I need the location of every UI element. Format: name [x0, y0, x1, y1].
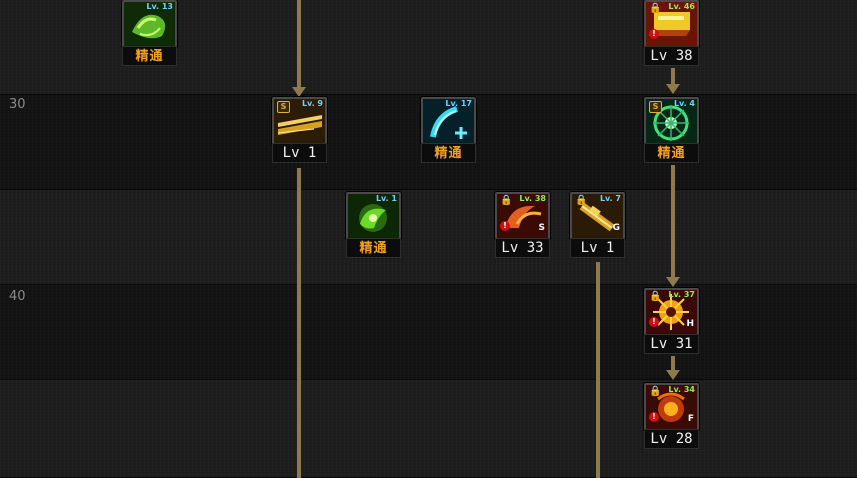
prerequisite-arrow — [666, 277, 680, 287]
skill-icon[interactable]: 🔒 Lv. 7 G — [570, 192, 625, 240]
skill-caption: Lv 38 — [644, 46, 699, 66]
skill-slot[interactable]: Lv. 1 精通 — [346, 192, 401, 260]
lock-icon: 🔒 — [649, 386, 662, 397]
skill-type-mark: S — [649, 101, 662, 113]
prerequisite-arrow — [292, 87, 306, 97]
skill-slot[interactable]: Lv. 13 精通 — [122, 0, 177, 68]
skill-level-badge: Lv. 37 — [668, 290, 695, 299]
skill-caption: Lv 31 — [644, 334, 699, 354]
warning-icon: ! — [649, 412, 659, 422]
skill-slot[interactable]: 🔒 Lv. 34 ! F Lv 28 — [644, 383, 699, 451]
lock-icon: 🔒 — [575, 195, 588, 206]
skill-level-badge: Lv. 9 — [301, 99, 323, 108]
level-row-band — [0, 190, 857, 285]
skill-level-badge: Lv. 4 — [673, 99, 695, 108]
prerequisite-line — [297, 168, 301, 478]
skill-icon[interactable]: Lv. 13 — [122, 0, 177, 48]
skill-caption: 精通 — [644, 143, 699, 163]
skill-type-mark: S — [277, 101, 290, 113]
skill-level-badge: Lv. 13 — [146, 2, 173, 11]
prerequisite-line — [671, 356, 675, 371]
skill-type-letter: F — [687, 414, 694, 424]
skill-level-badge: Lv. 38 — [519, 194, 546, 203]
skill-icon[interactable]: 🔒 Lv. 37 ! H — [644, 288, 699, 336]
skill-slot[interactable]: S Lv. 4 精通 — [644, 97, 699, 165]
skill-caption: Lv 28 — [644, 429, 699, 449]
skill-icon[interactable]: Lv. 17 — [421, 97, 476, 145]
skill-caption: 精通 — [346, 238, 401, 258]
prerequisite-line — [297, 0, 301, 88]
skill-slot[interactable]: 🔒 Lv. 37 ! H Lv 31 — [644, 288, 699, 356]
prerequisite-line — [671, 165, 675, 277]
skill-caption: Lv 1 — [272, 143, 327, 163]
skill-icon[interactable]: Lv. 1 — [346, 192, 401, 240]
skill-slot[interactable]: S Lv. 9 Lv 1 — [272, 97, 327, 165]
prerequisite-line — [596, 262, 600, 478]
skill-caption: Lv 33 — [495, 238, 550, 258]
skill-level-badge: Lv. 34 — [668, 385, 695, 394]
level-label-40: 40 — [9, 289, 26, 304]
skill-level-badge: Lv. 46 — [668, 2, 695, 11]
skill-slot[interactable]: 🔒 Lv. 7 G Lv 1 — [570, 192, 625, 260]
skill-slot[interactable]: 🔒 Lv. 46 ! Lv 38 — [644, 0, 699, 68]
skill-icon[interactable]: S Lv. 4 — [644, 97, 699, 145]
level-label-30: 30 — [9, 97, 26, 112]
skill-type-letter: S — [538, 223, 545, 233]
level-row-band — [0, 380, 857, 478]
level-row-band — [0, 285, 857, 380]
prerequisite-arrow — [666, 84, 680, 94]
lock-icon: 🔒 — [649, 291, 662, 302]
skill-caption: Lv 1 — [570, 238, 625, 258]
skill-icon[interactable]: 🔒 Lv. 38 ! S — [495, 192, 550, 240]
prerequisite-line — [671, 68, 675, 85]
skill-icon[interactable]: S Lv. 9 — [272, 97, 327, 145]
skill-icon[interactable]: 🔒 Lv. 34 ! F — [644, 383, 699, 431]
warning-icon: ! — [500, 221, 510, 231]
lock-icon: 🔒 — [500, 195, 513, 206]
skill-type-letter: H — [686, 319, 694, 329]
skill-caption: 精通 — [122, 46, 177, 66]
skill-slot[interactable]: 🔒 Lv. 38 ! S Lv 33 — [495, 192, 550, 260]
warning-icon: ! — [649, 29, 659, 39]
skill-slot[interactable]: Lv. 17 精通 — [421, 97, 476, 165]
skill-caption: 精通 — [421, 143, 476, 163]
skill-level-badge: Lv. 1 — [375, 194, 397, 203]
skill-icon[interactable]: 🔒 Lv. 46 ! — [644, 0, 699, 48]
skill-type-letter: G — [612, 223, 620, 233]
skill-level-badge: Lv. 17 — [445, 99, 472, 108]
prerequisite-arrow — [666, 370, 680, 380]
warning-icon: ! — [649, 317, 659, 327]
skill-level-badge: Lv. 7 — [599, 194, 621, 203]
lock-icon: 🔒 — [649, 3, 662, 14]
